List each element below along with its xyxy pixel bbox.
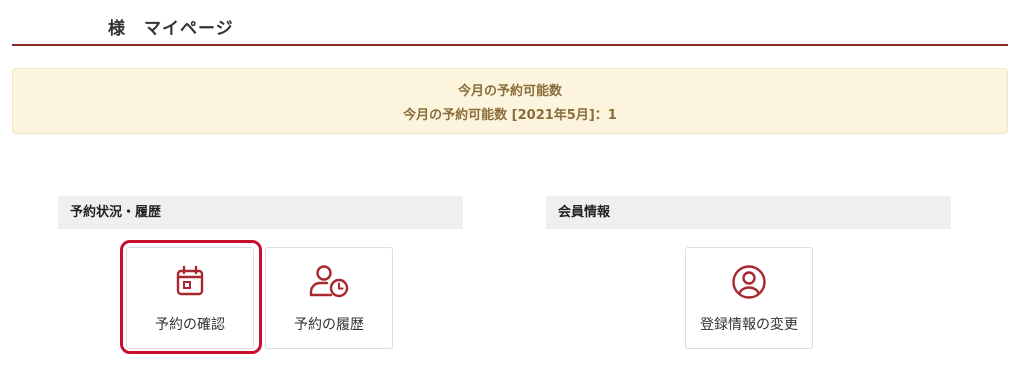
header-divider: [12, 44, 1008, 46]
notice-heading: 今月の予約可能数: [457, 84, 562, 99]
edit-registration-label: 登録情報の変更: [700, 317, 798, 333]
section-title-member-info: 会員情報: [546, 196, 951, 229]
section-title-reservations: 予約状況・履歴: [58, 196, 463, 229]
reservation-confirm-label: 予約の確認: [155, 317, 225, 333]
notice-detail: 今月の予約可能数 [2021年5月]：1: [403, 108, 617, 123]
reservation-availability-notice: 今月の予約可能数 今月の予約可能数 [2021年5月]：1: [12, 68, 1008, 134]
page-title: 様 マイページ: [108, 19, 234, 39]
reservation-history-label: 予約の履歴: [294, 317, 364, 333]
user-circle-icon: [686, 264, 812, 304]
reservation-confirm-button[interactable]: 予約の確認: [126, 247, 254, 349]
user-clock-icon: [266, 264, 392, 302]
calendar-icon: [127, 264, 253, 302]
edit-registration-button[interactable]: 登録情報の変更: [685, 247, 813, 349]
reservation-history-button[interactable]: 予約の履歴: [265, 247, 393, 349]
